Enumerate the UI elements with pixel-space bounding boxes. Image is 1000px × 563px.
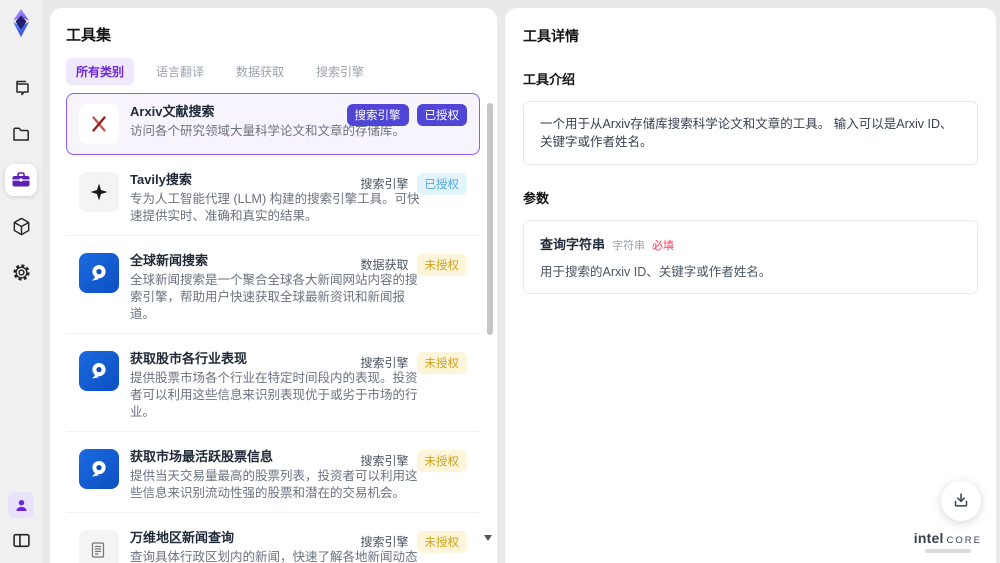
nav-cube-icon[interactable] [5,210,37,242]
auth-status-badge: 未授权 [416,351,467,374]
intro-text: 一个用于从Arxiv存储库搜索科学论文和文章的工具。 输入可以是Arxiv ID… [523,101,978,165]
toolset-panel: 工具集 所有类别 语言翻译 数据获取 搜索引擎 Arxiv文献搜索 访问各个研究… [50,8,497,563]
category-badge: 搜索引擎 [360,356,409,370]
category-badge: 搜索引擎 [346,104,409,126]
scrollbar-down-arrow-icon[interactable] [484,535,492,541]
user-avatar-icon[interactable] [8,492,34,518]
tab-language-translation[interactable]: 语言翻译 [146,58,214,85]
param-desc: 用于搜索的Arxiv ID、关键字或作者姓名。 [540,265,772,279]
auth-status-badge: 未授权 [416,253,467,276]
blue-news-logo-icon [79,449,119,489]
param-name: 查询字符串 [540,237,606,252]
auth-status-badge: 已授权 [416,104,467,126]
tab-all-categories[interactable]: 所有类别 [66,58,135,85]
details-title: 工具详情 [523,28,579,44]
nav-toolbox-icon[interactable] [5,164,37,196]
brand-subtext-blur [924,549,971,553]
tool-card-regional-news[interactable]: 万维地区新闻查询 查询具体行政区划内的新闻，快速了解各地新闻动态 搜索引擎 未授… [66,519,480,563]
tool-desc: 提供股票市场各个行业在特定时间段内的表现。投资者可以利用这些信息来识别表现优于或… [130,371,418,419]
brand-core-text: CORE [946,535,982,546]
tool-card-sector-performance[interactable]: 获取股市各行业表现 提供股票市场各个行业在特定时间段内的表现。投资者可以利用这些… [66,340,480,432]
tool-card-arxiv[interactable]: Arxiv文献搜索 访问各个研究领域大量科学论文和文章的存储库。 搜索引擎 已授… [66,93,480,155]
toolset-title: 工具集 [66,27,112,44]
auth-status-badge: 已授权 [416,172,467,195]
tool-desc: 全球新闻搜索是一个聚合全球各大新闻网站内容的搜索引擎，帮助用户快速获取全球最新资… [130,273,418,321]
param-type: 字符串 [612,240,646,252]
auth-status-badge: 未授权 [416,449,467,472]
auth-status-badge: 未授权 [416,530,467,553]
intel-core-logo: intel CORE [914,530,982,553]
intro-heading: 工具介绍 [523,72,576,87]
nav-folder-icon[interactable] [5,118,37,150]
app-logo-icon [8,9,34,42]
brand-intel-text: intel [913,530,944,546]
tool-list: Arxiv文献搜索 访问各个研究领域大量科学论文和文章的存储库。 搜索引擎 已授… [66,93,480,563]
category-badge: 搜索引擎 [360,177,409,191]
blue-news-logo-icon [79,253,119,293]
tool-desc: 专为人工智能代理 (LLM) 构建的搜索引擎工具。可快速提供实时、准确和真实的结… [130,192,420,223]
category-badge: 搜索引擎 [360,535,409,549]
arxiv-x-logo-icon [79,104,119,144]
sidebar-bottom [0,492,42,553]
panel-toggle-icon[interactable] [5,527,37,553]
blue-news-logo-icon [79,351,119,391]
tab-data-fetch[interactable]: 数据获取 [226,58,294,85]
param-required-badge: 必填 [652,240,675,252]
tool-details-panel: 工具详情 工具介绍 一个用于从Arxiv存储库搜索科学论文和文章的工具。 输入可… [505,8,996,563]
download-icon [952,491,970,512]
tool-card-tavily[interactable]: Tavily搜索 专为人工智能代理 (LLM) 构建的搜索引擎工具。可快速提供实… [66,161,480,236]
tool-card-global-news[interactable]: 全球新闻搜索 全球新闻搜索是一个聚合全球各大新闻网站内容的搜索引擎，帮助用户快速… [66,242,480,334]
params-heading: 参数 [523,191,550,206]
param-card: 查询字符串 字符串 必填 用于搜索的Arxiv ID、关键字或作者姓名。 [523,220,978,294]
category-badge: 数据获取 [360,258,409,272]
category-badge: 搜索引擎 [360,454,409,468]
download-button[interactable] [941,481,981,521]
nav-chat-icon[interactable] [5,72,37,104]
app-window: 工具集 所有类别 语言翻译 数据获取 搜索引擎 Arxiv文献搜索 访问各个研究… [0,0,1000,563]
tool-card-active-stocks[interactable]: 获取市场最活跃股票信息 提供当天交易量最高的股票列表，投资者可以利用这些信息来识… [66,438,480,513]
scrollbar-thumb[interactable] [487,103,493,335]
sidebar-nav [5,72,37,288]
tool-desc: 提供当天交易量最高的股票列表，投资者可以利用这些信息来识别流动性强的股票和潜在的… [130,469,418,500]
four-point-star-icon [79,172,119,212]
nav-settings-gear-icon[interactable] [5,256,37,288]
tab-search-engine[interactable]: 搜索引擎 [306,58,374,85]
newspaper-icon [79,530,119,563]
sidebar-rail [0,0,42,563]
category-tabs: 所有类别 语言翻译 数据获取 搜索引擎 [66,58,481,85]
